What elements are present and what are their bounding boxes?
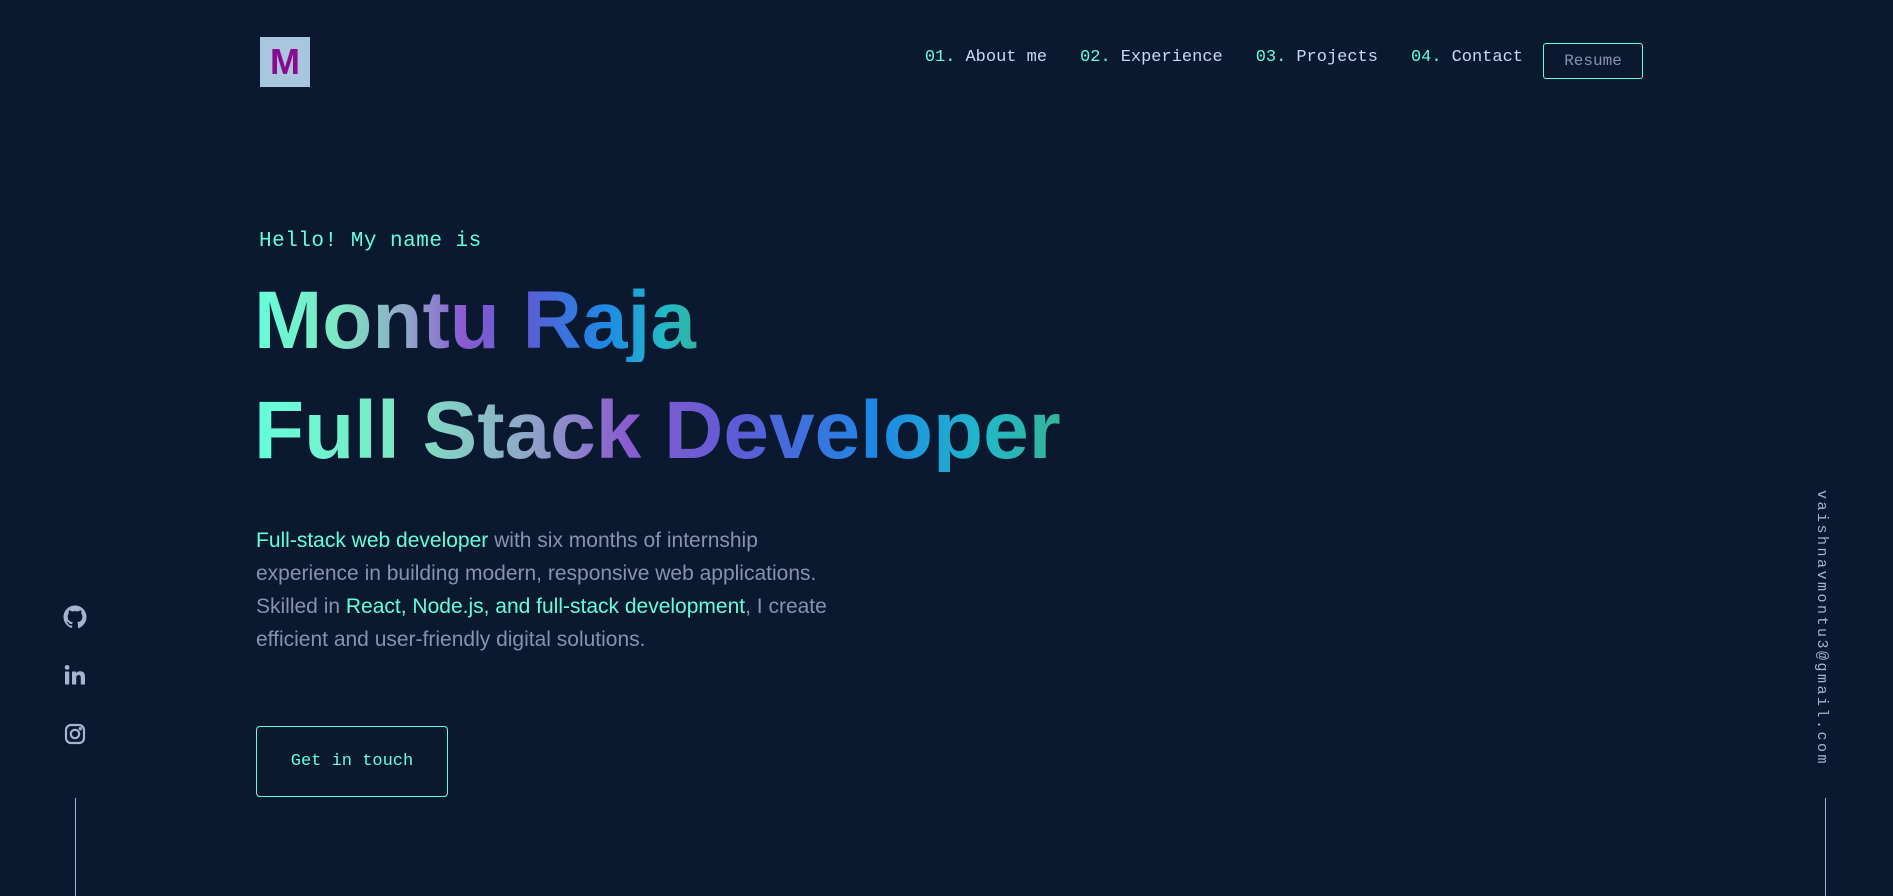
nav-item-number: 03. xyxy=(1255,48,1287,67)
nav-item-projects[interactable]: 03. Projects xyxy=(1256,48,1378,67)
nav-item-contact[interactable]: 04. Contact xyxy=(1411,48,1523,67)
instagram-icon[interactable] xyxy=(62,721,88,747)
email-link[interactable]: vaishnavmontu3@gmail.com xyxy=(1813,490,1830,766)
logo[interactable]: M xyxy=(260,37,310,87)
hero-name: Montu Raja xyxy=(254,280,719,362)
nav-item-experience[interactable]: 02. Experience xyxy=(1080,48,1223,67)
hero-title: Full Stack Developer xyxy=(254,390,1084,472)
nav-item-label: About me xyxy=(965,48,1048,67)
resume-button[interactable]: Resume xyxy=(1543,43,1643,79)
nav-item-number: 04. xyxy=(1410,48,1442,67)
right-vertical-line xyxy=(1825,798,1826,896)
greeting-text: Hello! My name is xyxy=(259,230,482,253)
logo-letter: M xyxy=(270,41,300,82)
main-nav: 01. About me 02. Experience 03. Projects 04… xyxy=(925,48,1523,67)
nav-item-number: 02. xyxy=(1080,48,1111,67)
hero-bio: Full-stack web developer with six months… xyxy=(256,524,866,656)
nav-item-label: Contact xyxy=(1451,48,1523,67)
linkedin-icon[interactable] xyxy=(62,662,88,688)
bio-highlight: Full-stack web developer xyxy=(256,529,489,552)
nav-item-number: 01. xyxy=(924,48,956,67)
nav-item-about[interactable]: 01. About me xyxy=(925,48,1047,67)
get-in-touch-button[interactable]: Get in touch xyxy=(256,726,448,797)
bio-highlight: React, Node.js, and full-stack developme… xyxy=(345,595,746,618)
github-icon[interactable] xyxy=(62,604,88,630)
nav-item-label: Experience xyxy=(1120,48,1223,67)
nav-item-label: Projects xyxy=(1296,48,1378,67)
left-vertical-line xyxy=(75,798,76,896)
